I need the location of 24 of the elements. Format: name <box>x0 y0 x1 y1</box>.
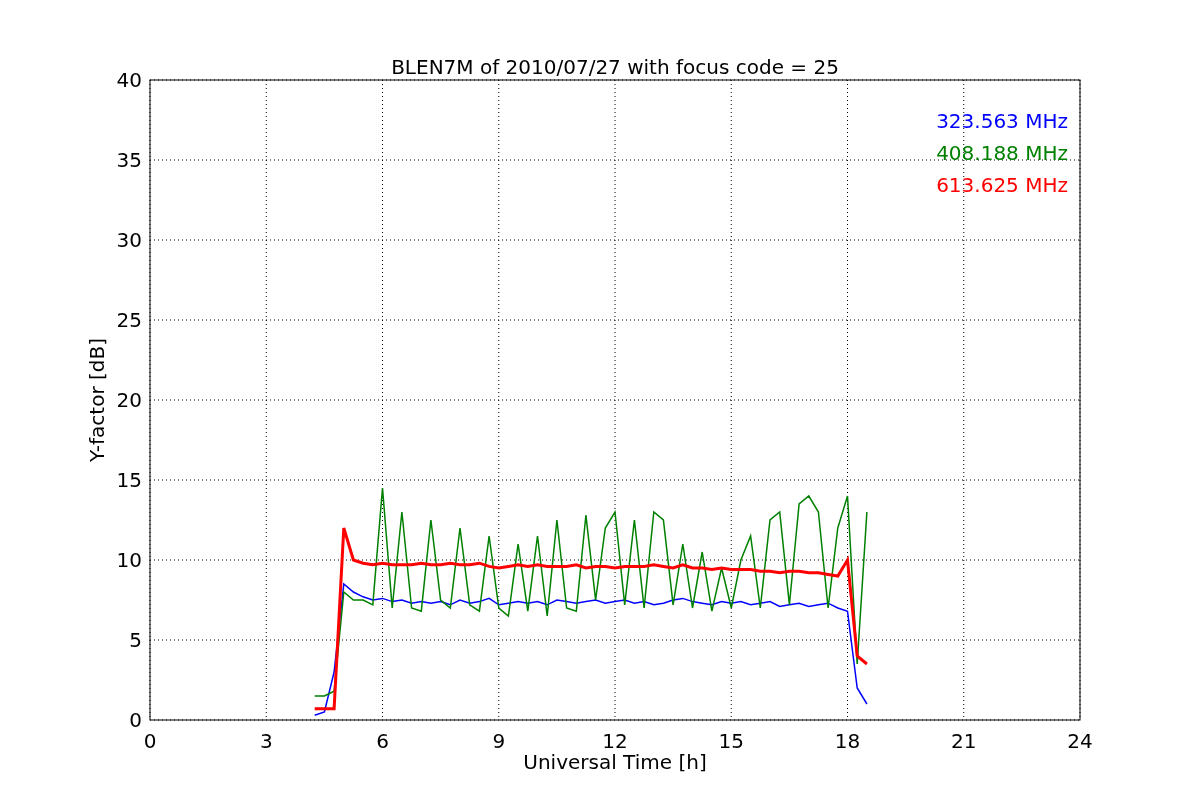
y-tick-label: 15 <box>116 468 142 492</box>
x-tick-label: 0 <box>143 729 157 753</box>
y-tick-label: 40 <box>116 68 142 92</box>
x-tick-label: 12 <box>602 729 628 753</box>
x-tick-label: 24 <box>1067 729 1093 753</box>
y-tick-label: 20 <box>116 388 142 412</box>
y-tick-label: 30 <box>116 228 142 252</box>
legend-label: 408.188 MHz <box>936 141 1068 165</box>
y-tick-label: 35 <box>116 148 142 172</box>
x-tick-label: 6 <box>376 729 389 753</box>
y-tick-label: 5 <box>129 628 142 652</box>
legend-label: 323.563 MHz <box>936 109 1068 133</box>
x-tick-label: 9 <box>492 729 506 753</box>
x-tick-label: 15 <box>718 729 744 753</box>
y-axis-label: Y-factor [dB] <box>85 338 109 462</box>
x-axis-label: Universal Time [h] <box>523 750 707 774</box>
y-tick-label: 10 <box>116 548 142 572</box>
x-tick-label: 21 <box>951 729 977 753</box>
chart-title: BLEN7M of 2010/07/27 with focus code = 25 <box>391 55 839 79</box>
x-tick-label: 18 <box>834 729 861 753</box>
y-tick-label: 25 <box>116 308 142 332</box>
legend-label: 613.625 MHz <box>936 173 1068 197</box>
y-tick-label: 0 <box>129 708 142 732</box>
x-tick-label: 3 <box>259 729 273 753</box>
